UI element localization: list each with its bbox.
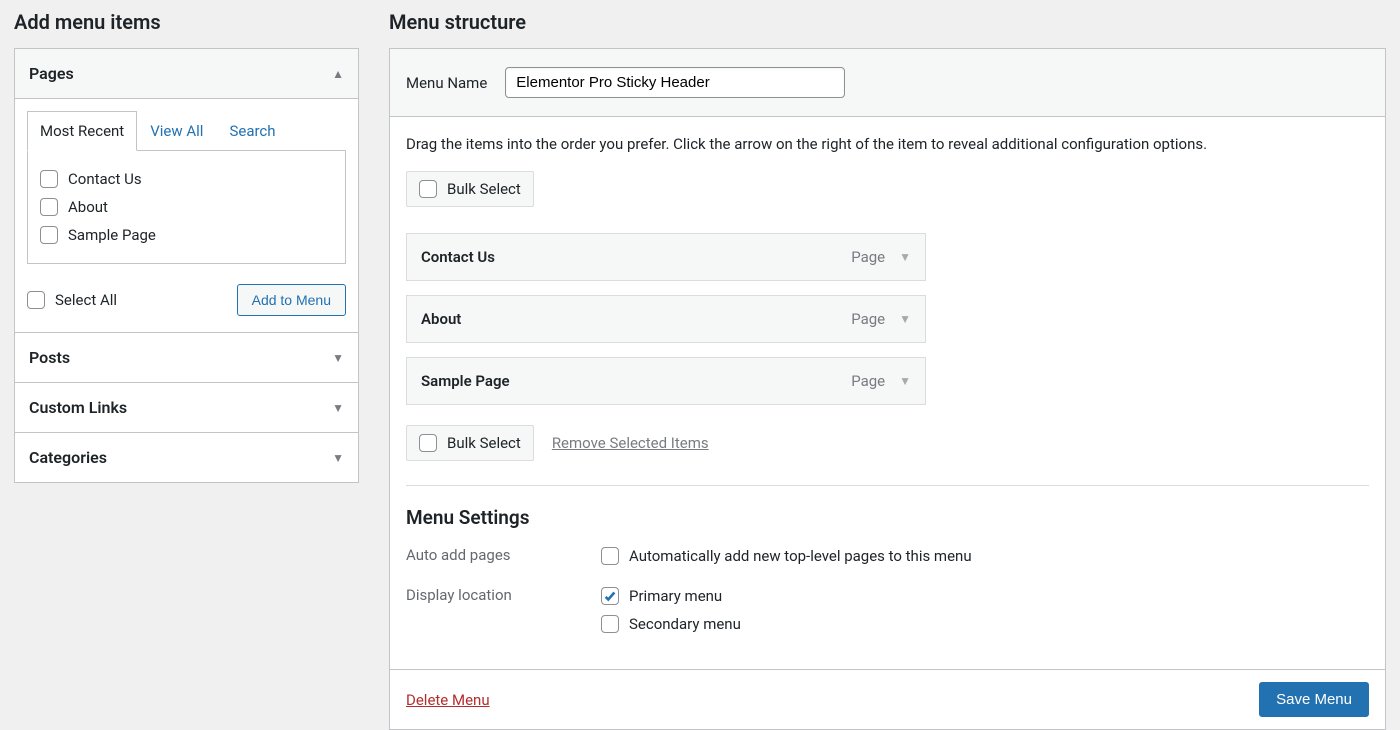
bulk-select-label: Bulk Select [447, 180, 521, 198]
select-all-label: Select All [55, 291, 117, 309]
accordion-label: Custom Links [29, 398, 127, 417]
display-location-label: Display location [406, 585, 601, 604]
page-item-label: Sample Page [68, 226, 156, 244]
location-label: Secondary menu [629, 615, 741, 633]
menu-item-title: Contact Us [421, 248, 495, 266]
checkbox[interactable] [40, 170, 58, 188]
menu-panel: Menu Name Drag the items into the order … [389, 48, 1386, 730]
menu-item-title: Sample Page [421, 372, 510, 390]
page-item[interactable]: Sample Page [40, 221, 333, 249]
checkbox[interactable] [601, 615, 619, 633]
select-all[interactable]: Select All [27, 286, 117, 314]
accordion-label: Posts [29, 348, 70, 367]
checkbox[interactable] [601, 587, 619, 605]
checkbox[interactable] [601, 547, 619, 565]
delete-menu-link[interactable]: Delete Menu [406, 691, 490, 709]
remove-selected-link[interactable]: Remove Selected Items [552, 434, 709, 452]
menu-item-title: About [421, 310, 461, 328]
pages-panel: Most Recent View All Search Contact Us A… [15, 99, 358, 332]
bulk-select-bottom[interactable]: Bulk Select [406, 425, 534, 461]
menu-header: Menu Name [390, 49, 1385, 117]
chevron-down-icon: ▼ [332, 401, 344, 415]
page-item-label: About [68, 198, 108, 216]
menu-body: Drag the items into the order you prefer… [390, 117, 1385, 669]
chevron-down-icon[interactable]: ▼ [899, 250, 911, 264]
chevron-down-icon[interactable]: ▼ [899, 374, 911, 388]
checkbox[interactable] [40, 226, 58, 244]
checkbox[interactable] [419, 434, 437, 452]
chevron-up-icon: ▲ [332, 67, 344, 81]
pages-list: Contact Us About Sample Page [27, 151, 346, 264]
menu-name-input[interactable] [505, 67, 845, 98]
auto-add-pages-option[interactable]: Automatically add new top-level pages to… [601, 545, 972, 573]
page-item[interactable]: About [40, 193, 333, 221]
add-items-heading: Add menu items [14, 10, 359, 34]
location-secondary[interactable]: Secondary menu [601, 613, 741, 641]
menu-item[interactable]: Contact Us Page ▼ [406, 233, 926, 281]
checkbox[interactable] [27, 291, 45, 309]
menu-item-type: Page [851, 248, 885, 266]
menu-structure-heading: Menu structure [389, 10, 1386, 34]
menu-item-type: Page [851, 310, 885, 328]
chevron-down-icon[interactable]: ▼ [899, 312, 911, 326]
menu-name-label: Menu Name [406, 74, 487, 92]
chevron-down-icon: ▼ [332, 451, 344, 465]
bulk-select-label: Bulk Select [447, 434, 521, 452]
location-label: Primary menu [629, 587, 722, 605]
bulk-select-top[interactable]: Bulk Select [406, 171, 534, 207]
accordion-header-pages[interactable]: Pages ▲ [15, 49, 358, 99]
page-item-label: Contact Us [68, 170, 142, 188]
auto-add-pages-text: Automatically add new top-level pages to… [629, 547, 972, 565]
location-primary[interactable]: Primary menu [601, 585, 741, 613]
checkbox[interactable] [40, 198, 58, 216]
instructions-text: Drag the items into the order you prefer… [406, 135, 1369, 153]
checkbox[interactable] [419, 180, 437, 198]
add-to-menu-button[interactable]: Add to Menu [237, 284, 346, 316]
chevron-down-icon: ▼ [332, 351, 344, 365]
accordion-header-posts[interactable]: Posts ▼ [15, 333, 358, 382]
add-items-accordion: Pages ▲ Most Recent View All Search Cont… [14, 48, 359, 483]
menu-settings-heading: Menu Settings [406, 506, 1369, 529]
accordion-header-custom-links[interactable]: Custom Links ▼ [15, 383, 358, 432]
save-menu-button[interactable]: Save Menu [1259, 682, 1369, 717]
pages-tabs: Most Recent View All Search [27, 111, 346, 151]
page-item[interactable]: Contact Us [40, 165, 333, 193]
menu-item[interactable]: Sample Page Page ▼ [406, 357, 926, 405]
tab-view-all[interactable]: View All [137, 111, 216, 151]
divider [406, 485, 1369, 486]
menu-items-list: Contact Us Page ▼ About Page ▼ [406, 233, 926, 405]
tab-most-recent[interactable]: Most Recent [27, 111, 137, 151]
menu-item[interactable]: About Page ▼ [406, 295, 926, 343]
accordion-label: Pages [29, 64, 74, 83]
accordion-header-categories[interactable]: Categories ▼ [15, 433, 358, 482]
menu-footer: Delete Menu Save Menu [390, 669, 1385, 729]
tab-search[interactable]: Search [216, 111, 288, 151]
menu-item-type: Page [851, 372, 885, 390]
auto-add-pages-label: Auto add pages [406, 545, 601, 564]
accordion-label: Categories [29, 448, 107, 467]
